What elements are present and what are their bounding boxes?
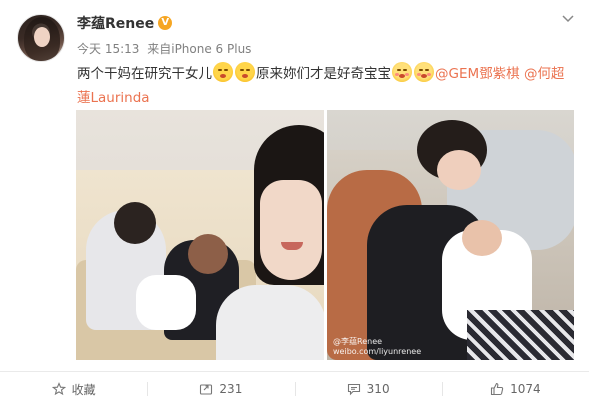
photo-watermark: @李蕴Renee weibo.com/liyunrenee	[333, 337, 422, 356]
favorite-button[interactable]: 收藏	[0, 372, 147, 406]
kiss-emoji-icon	[213, 62, 233, 82]
avatar[interactable]	[17, 14, 65, 62]
like-count: 1074	[510, 382, 541, 396]
kiss-emoji-icon	[235, 62, 255, 82]
post-time[interactable]: 今天 15:13	[77, 42, 139, 56]
post-photo[interactable]	[76, 110, 324, 360]
weibo-post-card: 李蕴Renee V 今天 15:13 来自iPhone 6 Plus 两个干妈在…	[0, 0, 589, 406]
post-text-part2: 原来妳们才是好奇宝宝	[256, 66, 391, 82]
avatar-face	[34, 27, 50, 47]
comment-icon	[347, 383, 360, 396]
chevron-down-icon[interactable]	[561, 11, 575, 25]
post-meta: 今天 15:13 来自iPhone 6 Plus	[77, 40, 255, 57]
repost-count: 231	[219, 382, 243, 396]
repost-button[interactable]: 231	[147, 372, 294, 406]
blush-emoji-icon	[414, 62, 434, 82]
post-text-part1: 两个干妈在研究干女儿	[77, 66, 212, 82]
username-row: 李蕴Renee V	[77, 13, 173, 33]
post-text: 两个干妈在研究干女儿 原来妳们才是好奇宝宝 @GEM鄧紫棋 @何超蓮Laurinda	[77, 62, 577, 110]
blush-emoji-icon	[392, 62, 412, 82]
post-photo[interactable]: @李蕴Renee weibo.com/liyunrenee	[327, 110, 574, 360]
post-source: 来自iPhone 6 Plus	[147, 42, 252, 56]
action-bar: 收藏 231 310 1074	[0, 372, 589, 406]
favorite-label: 收藏	[71, 382, 96, 397]
verified-badge-icon: V	[158, 16, 173, 30]
thumbs-up-icon	[491, 382, 504, 396]
username[interactable]: 李蕴Renee	[77, 13, 154, 33]
repost-icon	[200, 384, 213, 395]
comment-count: 310	[366, 382, 390, 396]
mention-link[interactable]: @GEM鄧紫棋	[435, 66, 520, 82]
like-button[interactable]: 1074	[441, 372, 589, 406]
star-icon	[51, 382, 66, 396]
comment-button[interactable]: 310	[294, 372, 442, 406]
